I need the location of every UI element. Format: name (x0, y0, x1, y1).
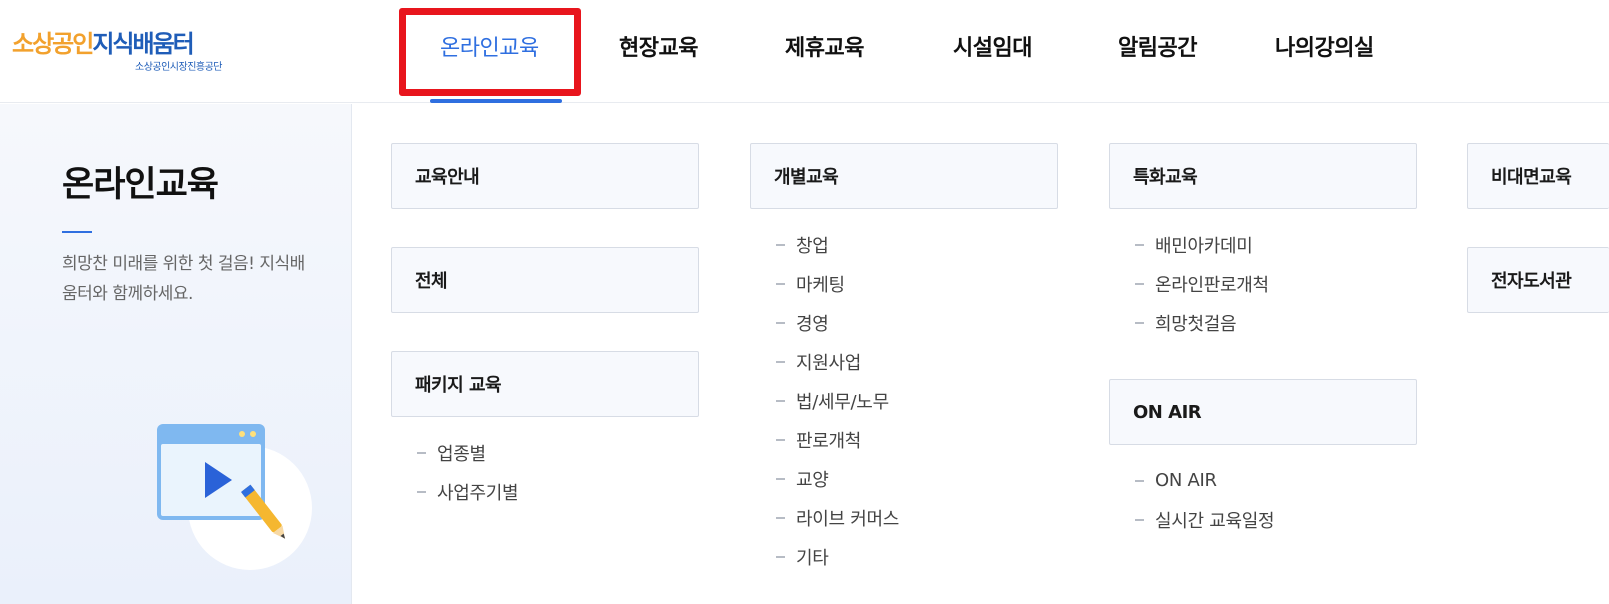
sub-item-baemin-academy[interactable]: 배민아카데미 (1135, 225, 1269, 264)
logo-wordmark: 소상공인지식배움터 (12, 24, 195, 59)
dash-icon (776, 399, 785, 402)
menu-individual-edu[interactable]: 개별교육 (750, 143, 1058, 209)
active-tab-indicator (430, 99, 562, 103)
logo-text-blue: 지식배움터 (92, 30, 194, 58)
site-logo[interactable]: 소상공인지식배움터 소상공인시장진흥공단 (12, 24, 223, 76)
dash-icon (776, 438, 785, 441)
dash-icon (776, 243, 785, 246)
side-title: 온라인교육 (62, 165, 219, 205)
dash-icon (776, 477, 785, 480)
site-header: 소상공인지식배움터 소상공인시장진흥공단 온라인교육 현장교육 제휴교육 시설임… (0, 0, 1609, 103)
gnb-onsite-education[interactable]: 현장교육 (619, 30, 698, 62)
sub-item-label: 창업 (796, 235, 829, 257)
sub-item-sales-channel[interactable]: 판로개척 (776, 420, 899, 459)
menu-e-library[interactable]: 전자도서관 (1467, 247, 1609, 313)
sub-item-label: 마케팅 (796, 274, 845, 296)
side-title-underline (62, 231, 92, 233)
sub-item-online-sales-channel[interactable]: 온라인판로개척 (1135, 264, 1269, 303)
menu-on-air[interactable]: ON AIR (1109, 379, 1417, 445)
sub-item-marketing[interactable]: 마케팅 (776, 264, 899, 303)
sub-item-label: 지원사업 (796, 352, 862, 374)
gnb-facility-rental[interactable]: 시설임대 (953, 30, 1032, 62)
side-panel: 온라인교육 희망찬 미래를 위한 첫 걸음! 지식배움터와 함께하세요. (0, 104, 352, 604)
dash-icon (776, 321, 785, 324)
dash-icon (417, 451, 426, 454)
dash-icon (1135, 243, 1144, 246)
sub-item-management[interactable]: 경영 (776, 303, 899, 342)
sub-item-on-air[interactable]: ON AIR (1135, 461, 1274, 500)
gnb-my-classroom[interactable]: 나의강의실 (1275, 30, 1374, 62)
sub-item-label: 판로개척 (796, 430, 862, 452)
sub-item-hope-first-step[interactable]: 희망첫걸음 (1135, 303, 1269, 342)
dash-icon (776, 555, 785, 558)
sub-item-by-business-cycle[interactable]: 사업주기별 (417, 472, 519, 511)
sub-item-live-schedule[interactable]: 실시간 교육일정 (1135, 500, 1275, 539)
sub-item-label: 온라인판로개척 (1155, 274, 1269, 296)
sub-item-label: 희망첫걸음 (1155, 313, 1237, 335)
dash-icon (1135, 479, 1144, 482)
package-edu-list: 업종별 사업주기별 (417, 433, 519, 511)
sub-item-law-tax-labor[interactable]: 법/세무/노무 (776, 381, 899, 420)
menu-specialized-edu[interactable]: 특화교육 (1109, 143, 1417, 209)
on-air-list: ON AIR 실시간 교육일정 (1135, 461, 1275, 539)
logo-subtitle: 소상공인시장진흥공단 (135, 62, 223, 73)
menu-all[interactable]: 전체 (391, 247, 699, 313)
highlight-box (399, 8, 581, 96)
dash-icon (776, 282, 785, 285)
individual-edu-list: 창업 마케팅 경영 지원사업 법/세무/노무 판로개척 교양 라이브 커머스 기… (776, 225, 899, 576)
sub-item-liberal-arts[interactable]: 교양 (776, 459, 899, 498)
sub-item-label: 교양 (796, 469, 829, 491)
sub-item-label: 기타 (796, 547, 829, 569)
sub-item-label: 업종별 (437, 443, 486, 465)
gnb-partner-education[interactable]: 제휴교육 (785, 30, 864, 62)
sub-item-label: 경영 (796, 313, 829, 335)
sub-item-etc[interactable]: 기타 (776, 537, 899, 576)
dash-icon (1135, 518, 1144, 521)
sub-item-label: 배민아카데미 (1155, 235, 1253, 257)
dash-icon (1135, 321, 1144, 324)
sub-item-live-commerce[interactable]: 라이브 커머스 (776, 498, 899, 537)
sub-item-label: 사업주기별 (437, 482, 519, 504)
menu-contactless-edu[interactable]: 비대면교육 (1467, 143, 1609, 209)
gnb-notice[interactable]: 알림공간 (1118, 30, 1197, 62)
video-lesson-icon (155, 422, 315, 572)
dash-icon (776, 516, 785, 519)
sub-item-by-industry[interactable]: 업종별 (417, 433, 518, 472)
dash-icon (776, 360, 785, 363)
dash-icon (417, 490, 426, 493)
sub-item-label: 법/세무/노무 (796, 391, 889, 413)
menu-edu-guide[interactable]: 교육안내 (391, 143, 699, 209)
sub-item-support-programs[interactable]: 지원사업 (776, 342, 899, 381)
menu-package-edu[interactable]: 패키지 교육 (391, 351, 699, 417)
logo-text-orange: 소상공인 (12, 30, 94, 58)
sub-item-label: 실시간 교육일정 (1155, 510, 1275, 532)
specialized-edu-list: 배민아카데미 온라인판로개척 희망첫걸음 (1135, 225, 1269, 342)
sub-item-label: ON AIR (1155, 470, 1217, 491)
side-description: 희망찬 미래를 위한 첫 걸음! 지식배움터와 함께하세요. (62, 254, 305, 304)
sub-item-label: 라이브 커머스 (796, 508, 899, 530)
dash-icon (1135, 282, 1144, 285)
sub-item-startup[interactable]: 창업 (776, 225, 899, 264)
